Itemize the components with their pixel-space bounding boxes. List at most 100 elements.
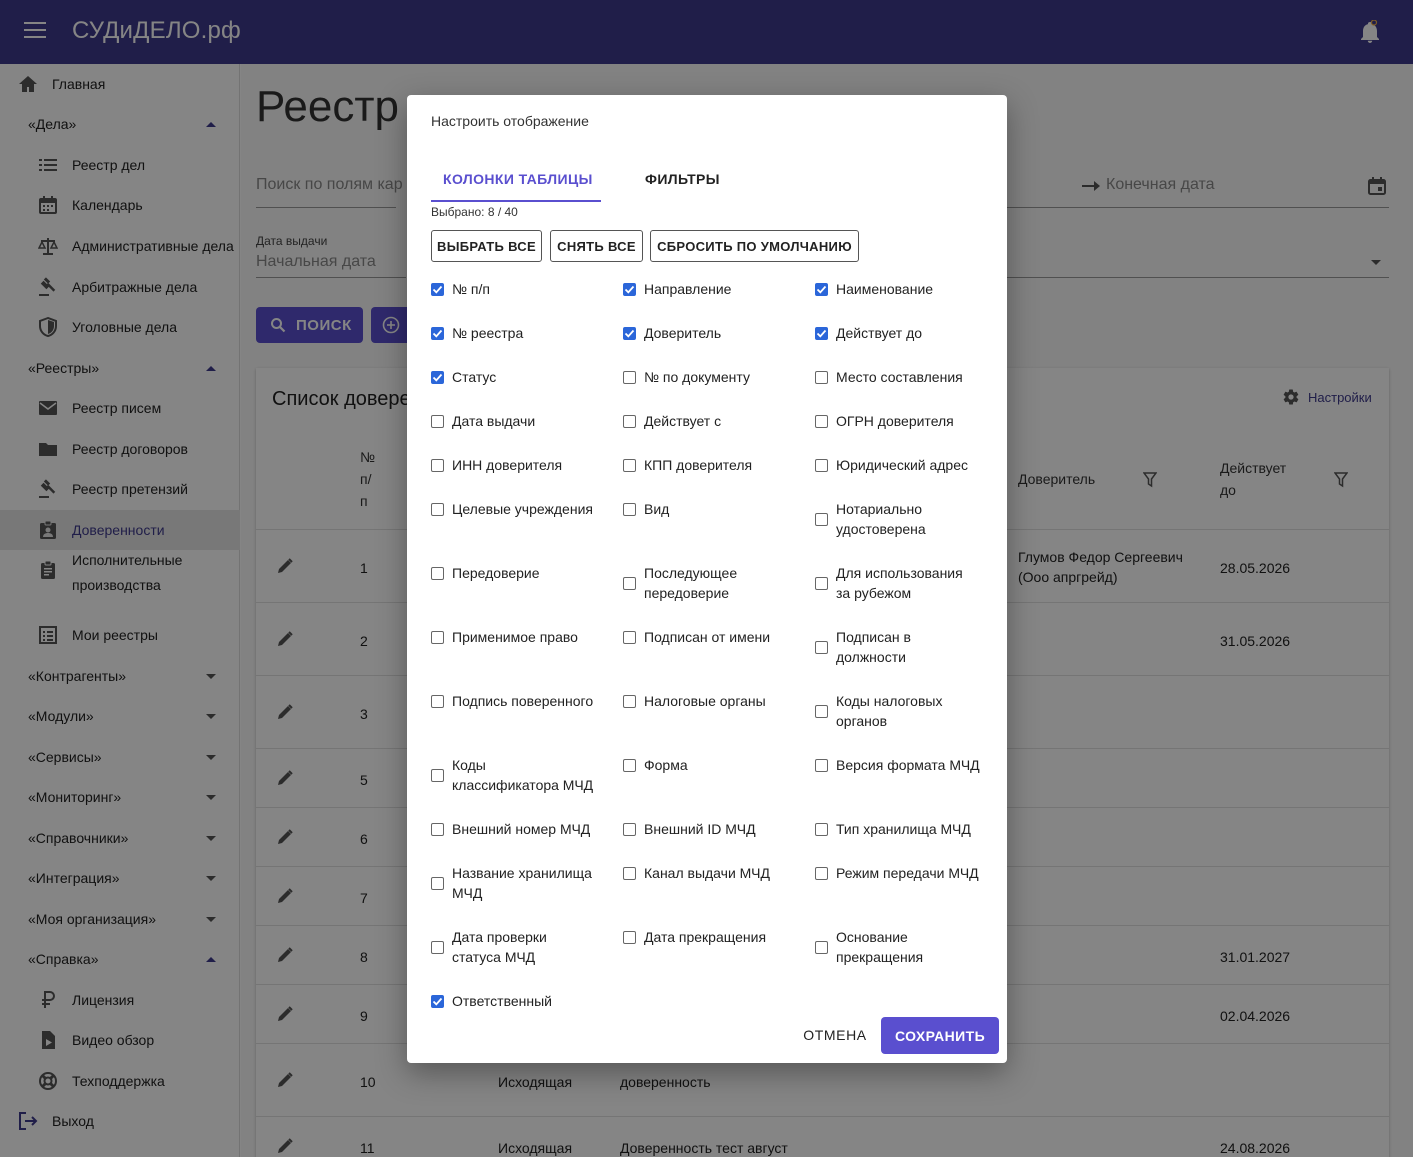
checkbox-icon[interactable] (623, 370, 636, 384)
column-checkbox[interactable]: КПП доверителя (623, 455, 752, 475)
column-checkbox[interactable]: Ответственный (431, 991, 552, 1011)
checkbox-checked-icon[interactable] (815, 326, 828, 340)
checkbox-icon[interactable] (431, 458, 444, 472)
column-checkbox[interactable]: Внешний номер МЧД (431, 819, 590, 839)
checkbox-icon[interactable] (623, 502, 636, 516)
checkbox-icon[interactable] (815, 822, 828, 836)
column-checkbox-label: Статус (452, 369, 497, 385)
checkbox-checked-icon[interactable] (623, 282, 636, 296)
checkbox-checked-icon[interactable] (431, 282, 444, 296)
column-checkbox[interactable]: Канал выдачи МЧД (623, 863, 770, 883)
column-checkbox-label: Режим передачи МЧД (836, 865, 979, 881)
checkbox-icon[interactable] (815, 414, 828, 428)
checkbox-icon[interactable] (815, 458, 828, 472)
checkbox-checked-icon[interactable] (815, 282, 828, 296)
column-checkbox[interactable]: Подписан в должности (815, 627, 911, 667)
checkbox-icon[interactable] (623, 758, 636, 772)
checkbox-icon[interactable] (623, 458, 636, 472)
column-checkbox[interactable]: Целевые учреждения (431, 499, 593, 519)
column-checkbox[interactable]: Версия формата МЧД (815, 755, 980, 775)
column-checkbox-label: Название хранилища МЧД (452, 865, 592, 901)
checkbox-icon[interactable] (623, 822, 636, 836)
column-checkbox-label: Место составления (836, 369, 963, 385)
column-checkbox[interactable]: Нотариально удостоверена (815, 499, 926, 539)
column-checkbox[interactable]: Коды классификатора МЧД (431, 755, 593, 795)
column-checkbox[interactable]: Юридический адрес (815, 455, 968, 475)
column-checkbox[interactable]: Дата выдачи (431, 411, 535, 431)
column-checkbox[interactable]: Внешний ID МЧД (623, 819, 756, 839)
checkbox-icon[interactable] (431, 876, 444, 890)
checkbox-icon[interactable] (431, 630, 444, 644)
checkbox-checked-icon[interactable] (431, 994, 444, 1008)
column-checkbox[interactable]: Передоверие (431, 563, 540, 583)
column-checkbox[interactable]: ОГРН доверителя (815, 411, 954, 431)
tab-filters[interactable]: ФИЛЬТРЫ (645, 171, 720, 187)
reset-default-button[interactable]: СБРОСИТЬ ПО УМОЛЧАНИЮ (650, 230, 859, 262)
checkbox-icon[interactable] (623, 866, 636, 880)
checkbox-icon[interactable] (815, 940, 828, 954)
column-checkbox[interactable]: Дата проверки статуса МЧД (431, 927, 547, 967)
checkbox-icon[interactable] (815, 576, 828, 590)
checkbox-icon[interactable] (623, 414, 636, 428)
checkbox-icon[interactable] (431, 768, 444, 782)
column-checkbox[interactable]: № по документу (623, 367, 750, 387)
select-all-button[interactable]: ВЫБРАТЬ ВСЕ (431, 230, 542, 262)
checkbox-icon[interactable] (431, 822, 444, 836)
checkbox-icon[interactable] (815, 512, 828, 526)
column-checkbox[interactable]: Режим передачи МЧД (815, 863, 979, 883)
column-checkbox[interactable]: Для использования за рубежом (815, 563, 963, 603)
checkbox-icon[interactable] (815, 866, 828, 880)
clear-all-button[interactable]: СНЯТЬ ВСЕ (550, 230, 643, 262)
column-checkbox[interactable]: Действует с (623, 411, 721, 431)
tab-indicator (431, 200, 601, 202)
column-checkbox[interactable]: Применимое право (431, 627, 578, 647)
column-checkbox-label: Целевые учреждения (452, 501, 593, 517)
checkbox-icon[interactable] (815, 640, 828, 654)
checkbox-icon[interactable] (623, 630, 636, 644)
checkbox-icon[interactable] (815, 704, 828, 718)
column-checkbox[interactable]: № п/п (431, 279, 490, 299)
checkbox-icon[interactable] (623, 930, 636, 944)
tab-table-columns[interactable]: КОЛОНКИ ТАБЛИЦЫ (443, 171, 593, 187)
column-checkbox-label: Применимое право (452, 629, 578, 645)
column-checkbox[interactable]: Вид (623, 499, 669, 519)
column-checkbox[interactable]: Статус (431, 367, 496, 387)
column-checkbox[interactable]: Дата прекращения (623, 927, 766, 947)
checkbox-icon[interactable] (431, 566, 444, 580)
checkbox-checked-icon[interactable] (431, 326, 444, 340)
checkbox-icon[interactable] (431, 694, 444, 708)
checkbox-icon[interactable] (815, 370, 828, 384)
checkbox-icon[interactable] (431, 940, 444, 954)
column-checkbox[interactable]: Подпись поверенного (431, 691, 593, 711)
column-checkbox[interactable]: Форма (623, 755, 688, 775)
column-checkbox-label: Подписан от имени (644, 629, 771, 645)
checkbox-checked-icon[interactable] (431, 370, 444, 384)
column-checkbox[interactable]: Направление (623, 279, 731, 299)
dialog-title: Настроить отображение (431, 113, 589, 129)
column-checkbox-label: № п/п (452, 281, 490, 297)
cancel-button[interactable]: ОТМЕНА (795, 1022, 875, 1048)
column-checkbox[interactable]: Название хранилища МЧД (431, 863, 592, 903)
column-checkbox-label: Вид (644, 501, 670, 517)
column-checkbox[interactable]: ИНН доверителя (431, 455, 562, 475)
column-checkbox[interactable]: Коды налоговых органов (815, 691, 942, 731)
column-checkbox[interactable]: Основание прекращения (815, 927, 923, 967)
checkbox-icon[interactable] (815, 758, 828, 772)
checkbox-checked-icon[interactable] (623, 326, 636, 340)
column-checkbox[interactable]: Место составления (815, 367, 963, 387)
save-button[interactable]: СОХРАНИТЬ (881, 1017, 999, 1054)
column-checkbox[interactable]: Наименование (815, 279, 933, 299)
column-checkbox-label: Основание прекращения (836, 929, 924, 965)
column-checkbox[interactable]: № реестра (431, 323, 523, 343)
checkbox-icon[interactable] (431, 414, 444, 428)
column-checkbox[interactable]: Подписан от имени (623, 627, 770, 647)
column-checkbox[interactable]: Последующее передоверие (623, 563, 737, 603)
checkbox-icon[interactable] (623, 576, 636, 590)
column-checkbox[interactable]: Налоговые органы (623, 691, 766, 711)
column-checkbox[interactable]: Действует до (815, 323, 922, 343)
column-checkbox[interactable]: Доверитель (623, 323, 721, 343)
display-settings-dialog: Настроить отображение КОЛОНКИ ТАБЛИЦЫ ФИ… (407, 95, 1007, 1063)
checkbox-icon[interactable] (623, 694, 636, 708)
checkbox-icon[interactable] (431, 502, 444, 516)
column-checkbox[interactable]: Тип хранилища МЧД (815, 819, 971, 839)
